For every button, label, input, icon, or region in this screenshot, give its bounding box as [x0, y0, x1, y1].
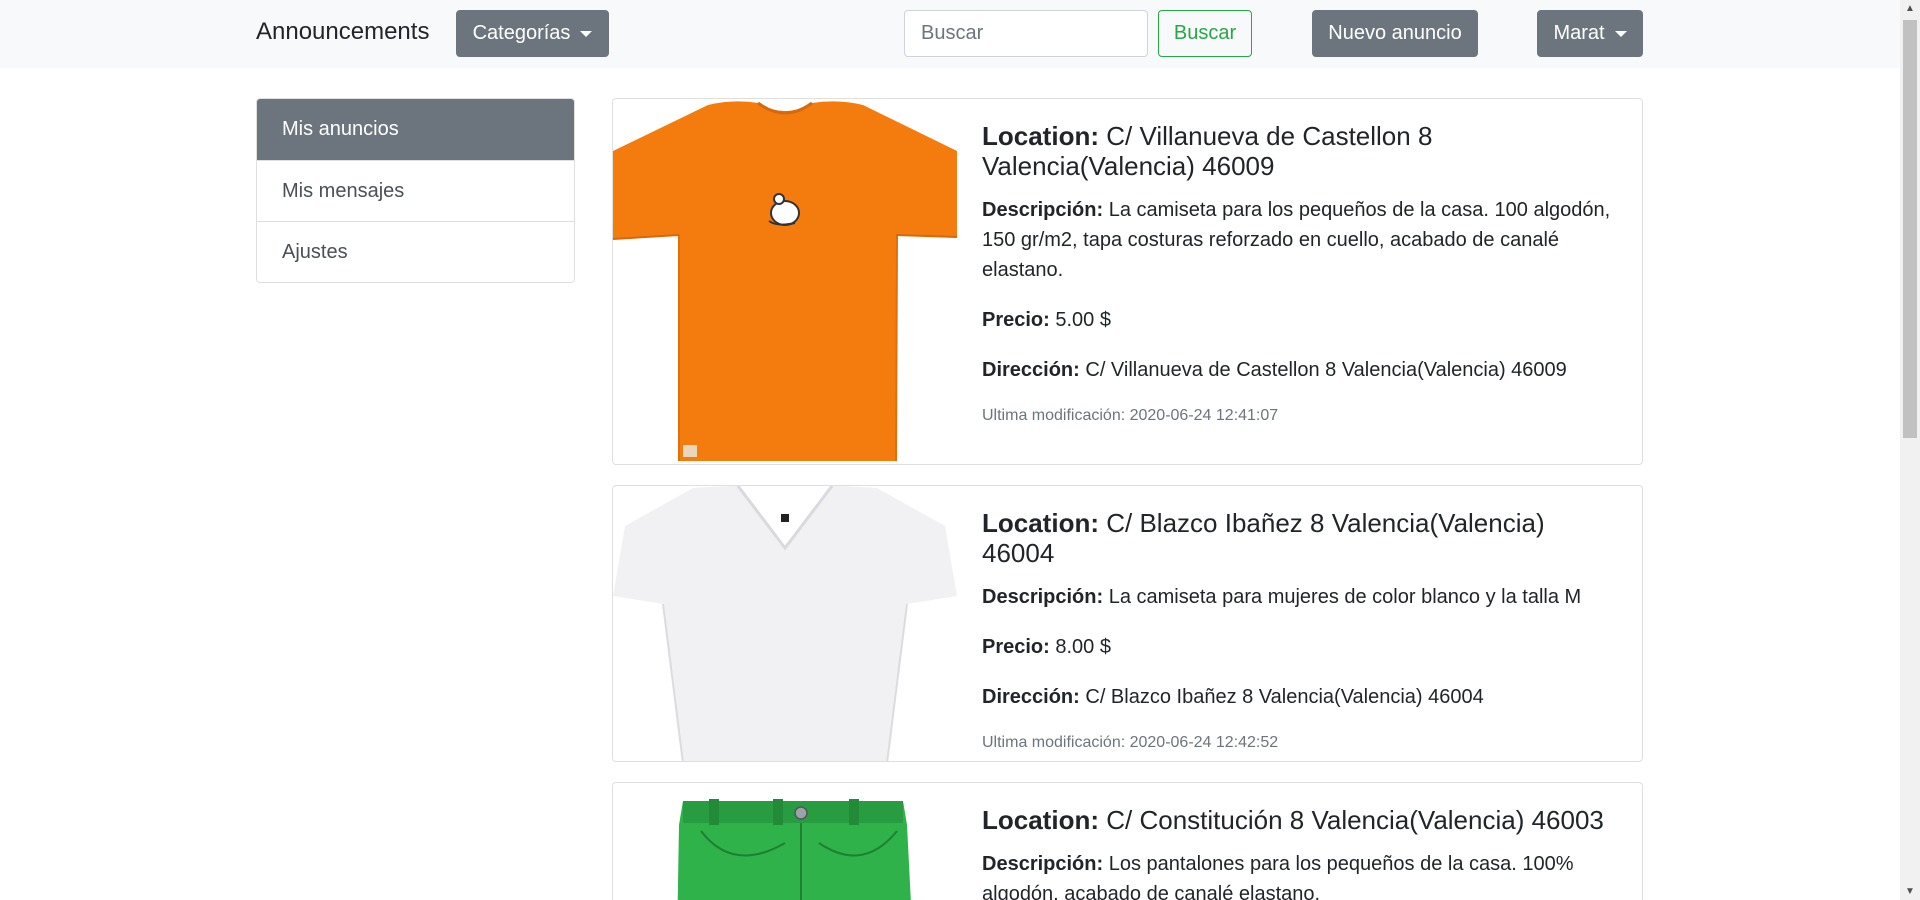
ad-description: Descripción: Los pantalones para los peq…	[982, 849, 1622, 900]
sidebar-item-ajustes[interactable]: Ajustes	[257, 221, 574, 282]
address-value: C/ Villanueva de Castellon 8 Valencia(Va…	[1085, 359, 1567, 381]
ad-description: Descripción: La camiseta para los pequeñ…	[982, 195, 1622, 285]
green-pants-image[interactable]	[613, 783, 957, 900]
location-value: C/ Constitución 8 Valencia(Valencia) 460…	[1106, 805, 1604, 835]
ad-location: Location: C/ Blazco Ibañez 8 Valencia(Va…	[982, 508, 1622, 568]
caret-down-icon	[580, 30, 593, 37]
sidebar-item-mis-anuncios[interactable]: Mis anuncios	[257, 99, 574, 160]
description-label: Descripción:	[982, 586, 1104, 608]
categories-dropdown-button[interactable]: Categorías	[456, 10, 609, 57]
white-tshirt-image[interactable]	[613, 486, 957, 761]
price-label: Precio:	[982, 309, 1050, 331]
location-label: Location:	[982, 508, 1099, 538]
ad-price: Precio: 5.00 $	[982, 305, 1622, 335]
ad-location: Location: C/ Villanueva de Castellon 8 V…	[982, 121, 1622, 181]
ad-card-body: Location: C/ Constitución 8 Valencia(Val…	[982, 805, 1622, 900]
ad-card[interactable]: Location: C/ Villanueva de Castellon 8 V…	[612, 98, 1643, 465]
location-label: Location:	[982, 121, 1099, 151]
vertical-scrollbar[interactable]: ▲ ▼	[1900, 0, 1920, 900]
address-label: Dirección:	[982, 359, 1080, 381]
ad-price: Precio: 8.00 $	[982, 632, 1622, 662]
user-menu-button[interactable]: Marat	[1537, 10, 1643, 57]
brand-link[interactable]: Announcements	[256, 18, 429, 46]
ad-description: Descripción: La camiseta para mujeres de…	[982, 582, 1622, 612]
scroll-down-arrow-icon[interactable]: ▼	[1900, 883, 1920, 900]
scroll-up-arrow-icon[interactable]: ▲	[1900, 0, 1920, 17]
ad-modified-date: Ultima modificación: 2020-06-24 12:42:52	[982, 734, 1279, 751]
ad-card-body: Location: C/ Blazco Ibañez 8 Valencia(Va…	[982, 508, 1622, 754]
location-label: Location:	[982, 805, 1099, 835]
ad-card[interactable]: Location: C/ Blazco Ibañez 8 Valencia(Va…	[612, 485, 1643, 762]
user-name: Marat	[1553, 22, 1605, 44]
description-label: Descripción:	[982, 853, 1104, 875]
categories-label: Categorías	[472, 22, 571, 44]
ad-card-body: Location: C/ Villanueva de Castellon 8 V…	[982, 121, 1622, 427]
ad-location: Location: C/ Constitución 8 Valencia(Val…	[982, 805, 1622, 835]
price-value: 8.00 $	[1055, 636, 1111, 658]
ad-card[interactable]: Location: C/ Constitución 8 Valencia(Val…	[612, 782, 1643, 900]
price-value: 5.00 $	[1055, 309, 1111, 331]
ad-address: Dirección: C/ Villanueva de Castellon 8 …	[982, 355, 1622, 385]
top-navbar: Announcements Categorías Buscar Nuevo an…	[0, 0, 1900, 68]
new-ad-button[interactable]: Nuevo anuncio	[1312, 10, 1478, 57]
price-label: Precio:	[982, 636, 1050, 658]
search-button[interactable]: Buscar	[1158, 10, 1252, 57]
address-value: C/ Blazco Ibañez 8 Valencia(Valencia) 46…	[1085, 686, 1484, 708]
caret-down-icon	[1614, 30, 1627, 37]
ad-modified-date: Ultima modificación: 2020-06-24 12:41:07	[982, 407, 1279, 424]
search-input[interactable]	[904, 10, 1148, 57]
sidebar-menu: Mis anuncios Mis mensajes Ajustes	[256, 98, 575, 283]
orange-tshirt-image[interactable]	[613, 99, 957, 464]
description-value: La camiseta para mujeres de color blanco…	[1108, 586, 1582, 608]
sidebar-item-mis-mensajes[interactable]: Mis mensajes	[257, 160, 574, 221]
address-label: Dirección:	[982, 686, 1080, 708]
scrollbar-thumb[interactable]	[1903, 20, 1917, 438]
description-label: Descripción:	[982, 199, 1104, 221]
ad-address: Dirección: C/ Blazco Ibañez 8 Valencia(V…	[982, 682, 1622, 712]
